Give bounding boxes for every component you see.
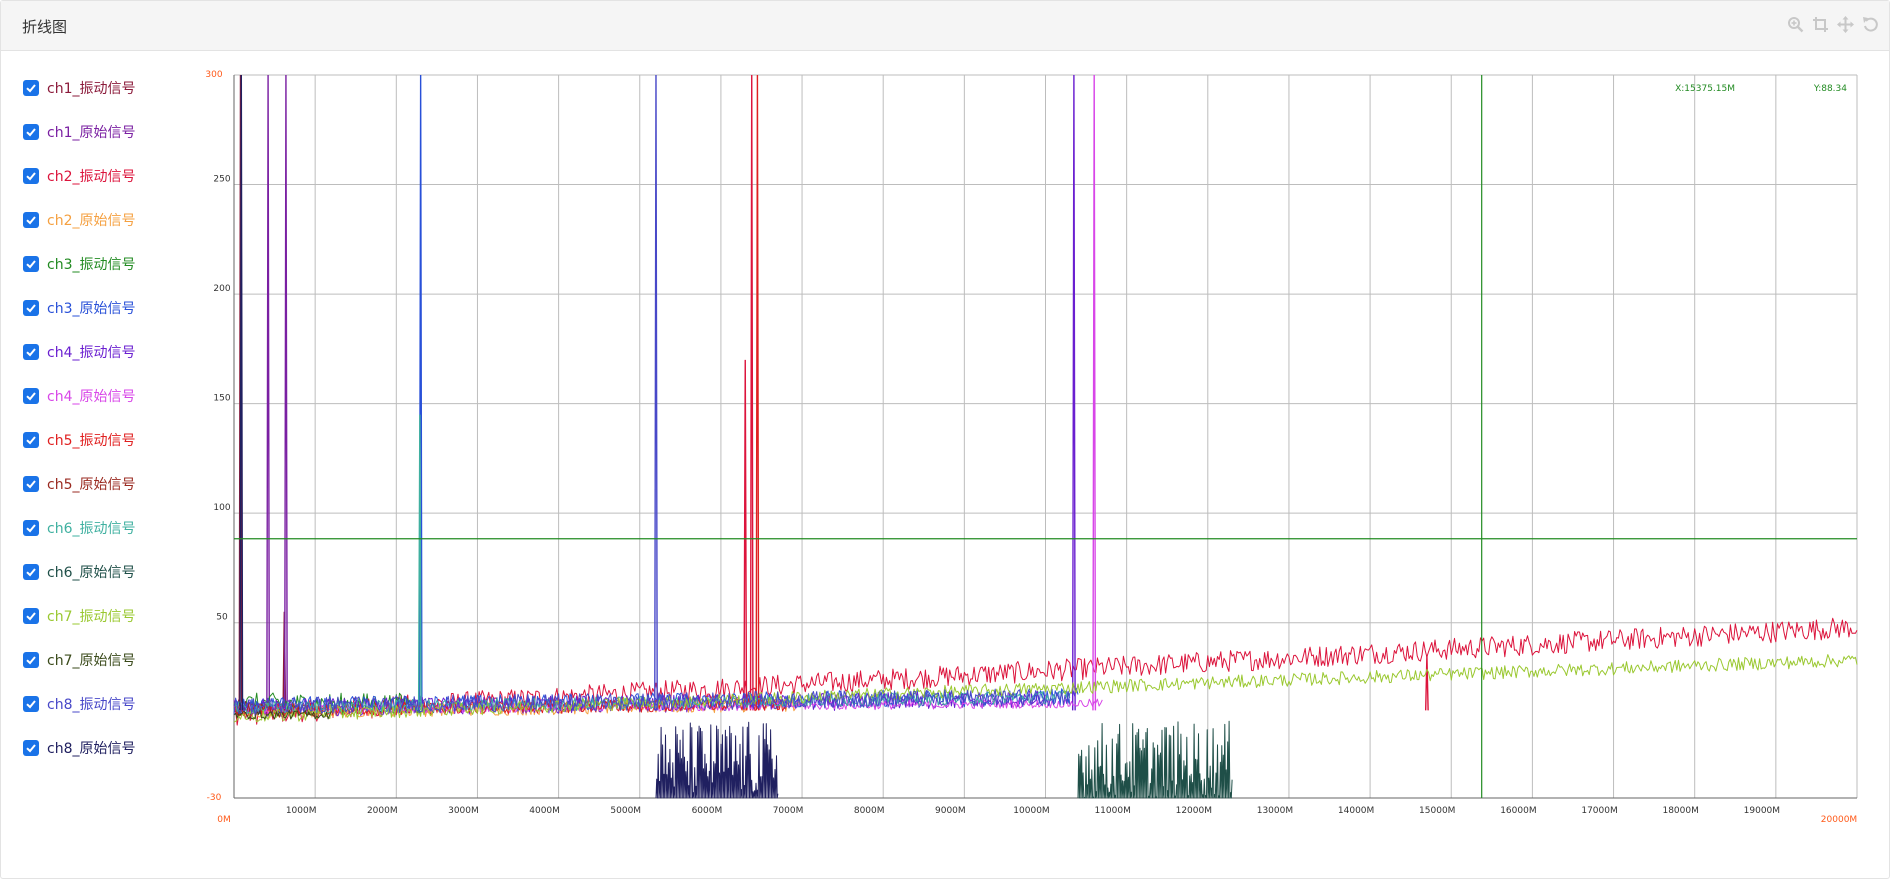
series-spike [1071,74,1076,711]
crosshair-y-label: Y:88.34 [1813,84,1847,94]
x-tick-label: 4000M [529,806,560,816]
y-tick-label: 50 [216,613,228,623]
series-spike [654,74,658,711]
series-spike [749,74,754,711]
x-min-label: 0M [217,815,231,825]
y-tick-label: 150 [213,394,230,404]
x-tick-label: 14000M [1338,806,1374,816]
x-max-label: 20000M [1821,815,1857,825]
series-9 [233,74,787,717]
series-spike [284,74,288,711]
x-tick-label: 12000M [1176,806,1212,816]
series-15 [233,74,1071,715]
x-tick-label: 18000M [1662,806,1698,816]
y-tick-label: 250 [213,175,230,185]
x-tick-label: 1000M [286,806,317,816]
crosshair-x-label: X:15375.15M [1675,84,1735,94]
series-11 [233,414,1071,715]
y-max-label: 300 [205,70,222,80]
series-8 [233,74,1103,715]
x-tick-label: 3000M [448,806,479,816]
series-12 [1077,720,1233,799]
y-min-label: -30 [207,793,222,803]
series-spike [1092,74,1097,711]
x-tick-label: 8000M [854,806,885,816]
x-tick-label: 16000M [1500,806,1536,816]
x-tick-label: 15000M [1419,806,1455,816]
series-spike [743,359,748,711]
series-line [655,721,779,799]
y-tick-label: 100 [213,503,230,513]
series-line [1077,720,1233,799]
x-tick-label: 6000M [692,806,723,816]
series-spike [266,74,271,711]
x-tick-label: 7000M [773,806,804,816]
x-tick-label: 13000M [1257,806,1293,816]
x-tick-label: 2000M [367,806,398,816]
x-tick-label: 19000M [1744,806,1780,816]
x-tick-label: 9000M [935,806,966,816]
series-spike [1424,655,1429,711]
line-chart: 1000M 2000M 3000M 4000M 5000M 6000M 7000M 8000M… [205,70,1858,825]
x-tick-label: 5000M [610,806,641,816]
x-tick-label: 10000M [1013,806,1049,816]
y-tick-label: 200 [213,284,230,294]
x-tick-label: 11000M [1094,806,1130,816]
x-tick-label: 17000M [1581,806,1617,816]
series-16 [239,74,779,799]
series-spike [755,74,760,711]
